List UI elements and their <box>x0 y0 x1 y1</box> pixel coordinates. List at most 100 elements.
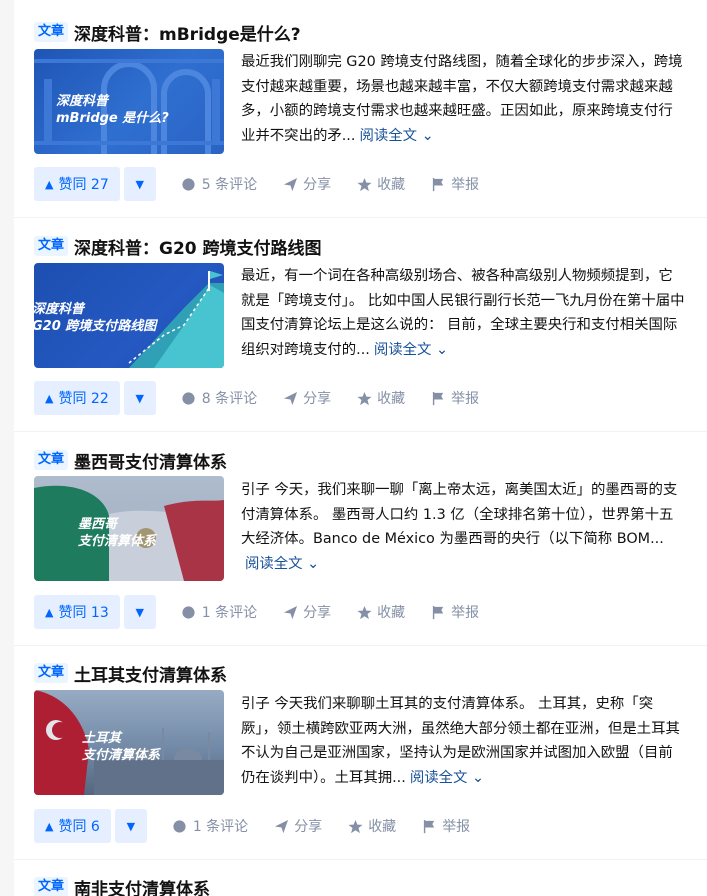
upvote-button[interactable]: ▲ 赞同 13 <box>34 595 120 629</box>
article-title[interactable]: 土耳其支付清算体系 <box>74 661 227 686</box>
triangle-down-icon: ▼ <box>135 605 144 619</box>
article-excerpt[interactable]: 引子 今天我们来聊聊土耳其的支付清算体系。 土耳其，史称「突厥」，领土横跨欧亚两… <box>241 692 687 790</box>
downvote-button[interactable]: ▼ <box>114 809 147 843</box>
article-thumbnail[interactable]: 墨西哥 支付清算体系 <box>34 476 224 581</box>
article-feed: 文章 深度科普：mBridge是什么? 深度科普 mBridge 是什么? 最近… <box>14 0 707 896</box>
upvote-button[interactable]: ▲ 赞同 6 <box>34 809 111 843</box>
excerpt-text: 最近，有一个词在各种高级别场合、被各种高级别人物频频提到，它就是「跨境支付」。 … <box>241 268 685 358</box>
share-icon <box>282 176 298 192</box>
thumbnail-text-line: 支付清算体系 <box>82 748 161 763</box>
flag-icon <box>430 604 446 620</box>
share-icon <box>282 604 298 620</box>
favorite-button[interactable]: 收藏 <box>356 388 405 408</box>
thumbnail-text-line: 深度科普 <box>56 94 109 109</box>
chevron-down-icon: ⌄ <box>436 341 449 358</box>
thumbnail-text-line: 深度科普 <box>34 302 85 317</box>
triangle-down-icon: ▼ <box>126 819 136 833</box>
article-tag: 文章 <box>34 450 69 470</box>
comment-icon <box>181 604 197 620</box>
share-button[interactable]: 分享 <box>282 388 331 408</box>
article-card: 文章 深度科普：G20 跨境支付路线图 深度科普 G20 跨境支付路线图 最近，… <box>14 218 707 432</box>
triangle-up-icon: ▲ <box>45 177 54 191</box>
report-button[interactable]: 举报 <box>430 602 479 622</box>
article-title-row[interactable]: 文章 南非支付清算体系 <box>34 874 210 896</box>
comment-icon <box>181 176 197 192</box>
triangle-up-icon: ▲ <box>45 391 54 405</box>
report-button[interactable]: 举报 <box>430 388 479 408</box>
read-more-link[interactable]: 阅读全文 ⌄ <box>374 342 448 358</box>
read-more-link[interactable]: 阅读全文 ⌄ <box>359 128 433 144</box>
upvote-button[interactable]: ▲ 赞同 27 <box>34 167 120 201</box>
triangle-up-icon: ▲ <box>45 819 54 833</box>
article-thumbnail[interactable]: 土耳其 支付清算体系 <box>34 690 224 795</box>
article-thumbnail[interactable]: 深度科普 G20 跨境支付路线图 <box>34 263 224 368</box>
excerpt-text: 引子 今天，我们来聊一聊「离上帝太远，离美国太近」的墨西哥的支付清算体系。 墨西… <box>241 482 678 547</box>
triangle-up-icon: ▲ <box>45 605 54 619</box>
flag-icon <box>430 176 446 192</box>
article-excerpt[interactable]: 最近，有一个词在各种高级别场合、被各种高级别人物频频提到，它就是「跨境支付」。 … <box>241 264 687 362</box>
share-button[interactable]: 分享 <box>282 174 331 194</box>
star-icon <box>347 818 363 834</box>
excerpt-text: 最近我们刚聊完 G20 跨境支付路线图，随着全球化的步步深入，跨境支付越来越重要… <box>241 54 683 144</box>
article-title[interactable]: 深度科普：mBridge是什么? <box>74 20 301 45</box>
report-button[interactable]: 举报 <box>421 816 470 836</box>
share-button[interactable]: 分享 <box>273 816 322 836</box>
flag-icon <box>421 818 437 834</box>
article-card: 文章 墨西哥支付清算体系 墨西哥 支付清算体系 引子 今天，我们来聊一聊「离上帝… <box>14 432 707 646</box>
thumbnail-text-line: 支付清算体系 <box>78 534 157 549</box>
comment-button[interactable]: 8 条评论 <box>181 388 257 408</box>
report-button[interactable]: 举报 <box>430 174 479 194</box>
article-card: 文章 土耳其支付清算体系 土耳其 支付清算体系 引子 今天我们来聊聊土耳其的支付… <box>14 646 707 860</box>
comment-button[interactable]: 1 条评论 <box>181 602 257 622</box>
article-title-row[interactable]: 文章 墨西哥支付清算体系 <box>34 447 227 473</box>
share-icon <box>273 818 289 834</box>
action-bar: ▲ 赞同 6 ▼ 1 条评论 分享 收藏 举报 <box>34 809 470 843</box>
article-title-row[interactable]: 文章 深度科普：G20 跨境支付路线图 <box>34 233 322 259</box>
read-more-link[interactable]: 阅读全文 ⌄ <box>410 770 484 786</box>
flag-icon <box>430 390 446 406</box>
article-title[interactable]: 深度科普：G20 跨境支付路线图 <box>74 234 322 259</box>
thumbnail-text-line: mBridge 是什么? <box>56 111 169 126</box>
article-excerpt[interactable]: 引子 今天，我们来聊一聊「离上帝太远，离美国太近」的墨西哥的支付清算体系。 墨西… <box>241 478 687 576</box>
upvote-button[interactable]: ▲ 赞同 22 <box>34 381 120 415</box>
thumbnail-text-line: 土耳其 <box>82 731 122 746</box>
favorite-button[interactable]: 收藏 <box>356 602 405 622</box>
action-bar: ▲ 赞同 27 ▼ 5 条评论 分享 收藏 举报 <box>34 167 479 201</box>
downvote-button[interactable]: ▼ <box>123 167 156 201</box>
star-icon <box>356 390 372 406</box>
thumbnail-text-line: G20 跨境支付路线图 <box>34 319 157 334</box>
article-thumbnail[interactable]: 深度科普 mBridge 是什么? <box>34 49 224 154</box>
comment-icon <box>172 818 188 834</box>
comment-button[interactable]: 1 条评论 <box>172 816 248 836</box>
star-icon <box>356 604 372 620</box>
article-tag: 文章 <box>34 877 69 896</box>
comment-icon <box>181 390 197 406</box>
article-title[interactable]: 墨西哥支付清算体系 <box>74 448 227 473</box>
article-tag: 文章 <box>34 663 69 683</box>
share-button[interactable]: 分享 <box>282 602 331 622</box>
chevron-down-icon: ⌄ <box>471 769 485 786</box>
read-more-link[interactable]: 阅读全文 ⌄ <box>245 556 319 572</box>
article-excerpt[interactable]: 最近我们刚聊完 G20 跨境支付路线图，随着全球化的步步深入，跨境支付越来越重要… <box>241 50 687 148</box>
article-card: 文章 深度科普：mBridge是什么? 深度科普 mBridge 是什么? 最近… <box>14 0 707 218</box>
comment-button[interactable]: 5 条评论 <box>181 174 257 194</box>
favorite-button[interactable]: 收藏 <box>347 816 396 836</box>
thumbnail-text-line: 墨西哥 <box>78 517 118 532</box>
share-icon <box>282 390 298 406</box>
chevron-down-icon: ⌄ <box>307 555 320 572</box>
chevron-down-icon: ⌄ <box>421 127 434 144</box>
article-tag: 文章 <box>34 22 69 42</box>
triangle-down-icon: ▼ <box>135 391 144 405</box>
downvote-button[interactable]: ▼ <box>123 381 156 415</box>
action-bar: ▲ 赞同 22 ▼ 8 条评论 分享 收藏 举报 <box>34 381 479 415</box>
article-title[interactable]: 南非支付清算体系 <box>74 875 210 896</box>
article-title-row[interactable]: 文章 土耳其支付清算体系 <box>34 660 227 686</box>
action-bar: ▲ 赞同 13 ▼ 1 条评论 分享 收藏 举报 <box>34 595 479 629</box>
triangle-down-icon: ▼ <box>135 177 144 191</box>
article-tag: 文章 <box>34 236 69 256</box>
star-icon <box>356 176 372 192</box>
downvote-button[interactable]: ▼ <box>123 595 156 629</box>
article-card: 文章 南非支付清算体系 <box>14 860 707 896</box>
favorite-button[interactable]: 收藏 <box>356 174 405 194</box>
article-title-row[interactable]: 文章 深度科普：mBridge是什么? <box>34 19 301 45</box>
